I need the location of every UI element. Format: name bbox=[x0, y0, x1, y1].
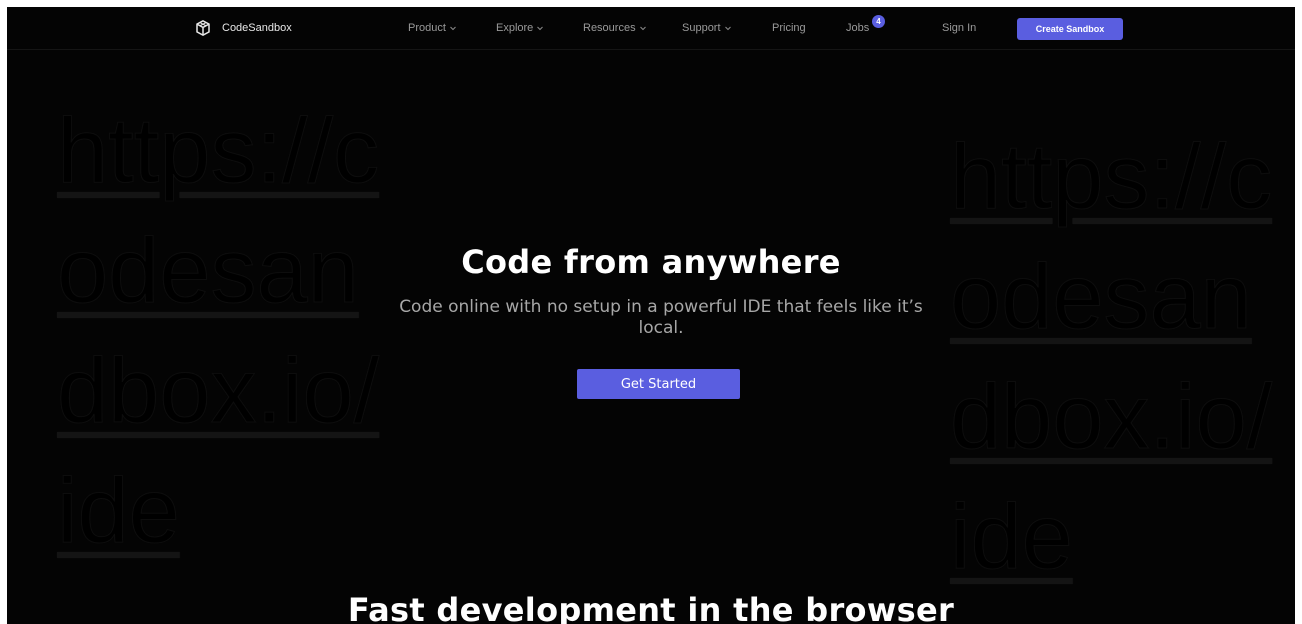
get-started-button[interactable]: Get Started bbox=[577, 369, 740, 399]
background-url-right: https://codesandbox.io/ide bbox=[950, 126, 1273, 589]
nav-product-label: Product bbox=[408, 22, 446, 34]
nav-resources-label: Resources bbox=[583, 22, 636, 34]
nav-explore-label: Explore bbox=[496, 22, 534, 34]
brand-home-link[interactable]: CodeSandbox bbox=[194, 18, 292, 38]
create-sandbox-button[interactable]: Create Sandbox bbox=[1017, 18, 1123, 40]
jobs-count-badge: 4 bbox=[872, 15, 885, 28]
nav-product[interactable]: Product bbox=[408, 21, 457, 35]
top-navigation: CodeSandbox Product Explore Resources Su… bbox=[7, 7, 1295, 50]
nav-pricing-label: Pricing bbox=[772, 22, 806, 34]
chevron-down-icon bbox=[724, 26, 731, 31]
page: https://codesandbox.io/ide https://codes… bbox=[7, 7, 1295, 624]
nav-pricing[interactable]: Pricing bbox=[772, 21, 806, 35]
nav-jobs[interactable]: Jobs bbox=[846, 21, 869, 35]
section-title: Fast development in the browser bbox=[347, 591, 955, 624]
nav-jobs-label: Jobs bbox=[846, 22, 870, 34]
nav-sign-in[interactable]: Sign In bbox=[942, 21, 976, 35]
nav-resources[interactable]: Resources bbox=[583, 21, 647, 35]
brand-name: CodeSandbox bbox=[222, 22, 292, 34]
chevron-down-icon bbox=[537, 26, 544, 31]
background-url-left: https://codesandbox.io/ide bbox=[57, 100, 380, 563]
nav-sign-in-label: Sign In bbox=[942, 22, 977, 34]
nav-explore[interactable]: Explore bbox=[496, 21, 544, 35]
hero-title: Code from anywhere bbox=[461, 243, 841, 281]
hero-subtitle: Code online with no setup in a powerful … bbox=[399, 297, 923, 338]
nav-support[interactable]: Support bbox=[682, 21, 732, 35]
chevron-down-icon bbox=[450, 26, 456, 31]
nav-support-label: Support bbox=[682, 22, 721, 34]
chevron-down-icon bbox=[639, 26, 646, 31]
cube-logo-icon bbox=[196, 20, 210, 36]
